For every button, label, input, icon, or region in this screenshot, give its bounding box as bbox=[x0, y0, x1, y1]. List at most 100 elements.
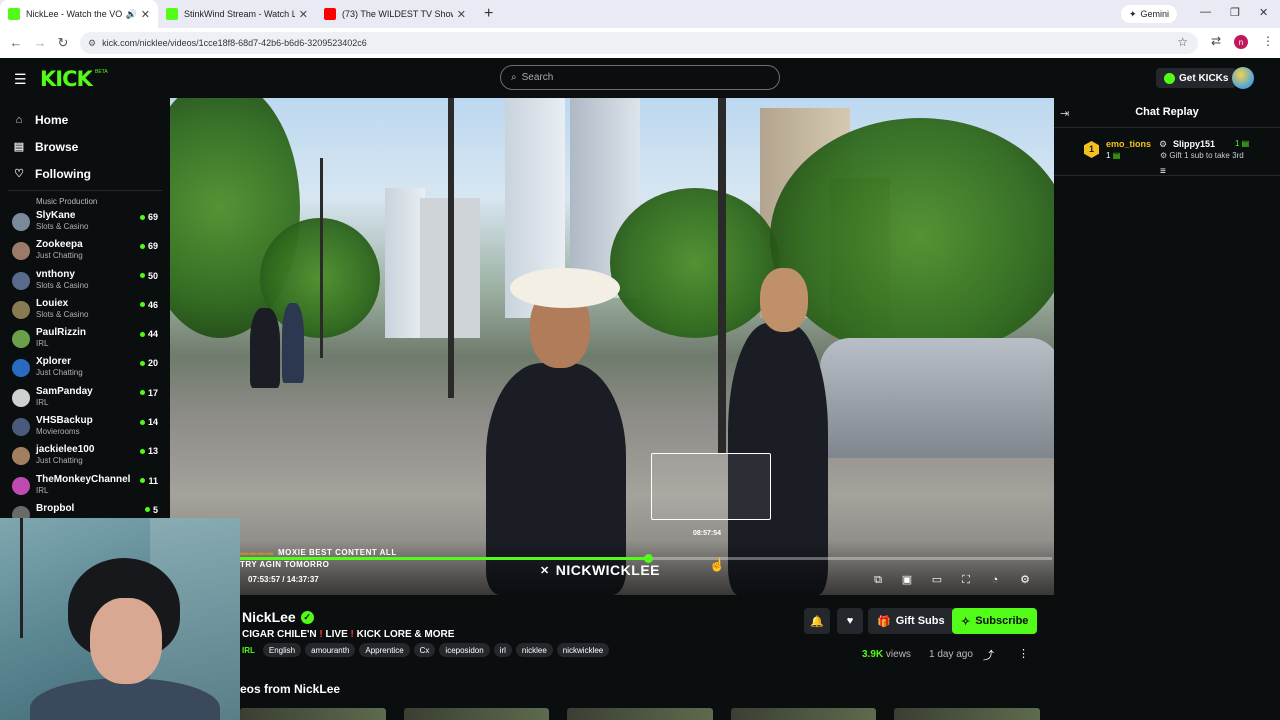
tag-pill[interactable]: English bbox=[262, 643, 302, 657]
sidebar-item-following[interactable]: ♡ Following bbox=[0, 160, 170, 187]
viewer-count-text: 14 bbox=[147, 417, 158, 428]
settings-gear-icon[interactable]: ⚙ bbox=[1018, 573, 1032, 587]
browser-tab-3[interactable]: (73) The WILDEST TV Show EVER ✕ bbox=[316, 0, 474, 28]
audio-icon[interactable]: 🔊 bbox=[126, 9, 137, 20]
new-tab-button[interactable]: + bbox=[474, 5, 503, 23]
title-part: KICK LORE & MORE bbox=[356, 629, 455, 640]
tag-pill[interactable]: Cx bbox=[413, 643, 436, 657]
close-tab-icon[interactable]: ✕ bbox=[141, 8, 150, 21]
tag-pill[interactable]: Apprentice bbox=[359, 643, 410, 657]
user-avatar[interactable] bbox=[1232, 67, 1254, 89]
browse-icon: ▤ bbox=[13, 141, 25, 153]
close-tab-icon[interactable]: ✕ bbox=[299, 8, 308, 21]
video-thumbnail[interactable] bbox=[894, 708, 1040, 720]
channel-avatar bbox=[12, 271, 30, 290]
followed-channel-list: SlyKane Slots & Casino 69 Zookeepa Just Chat… bbox=[0, 206, 170, 518]
close-tab-icon[interactable]: ✕ bbox=[457, 8, 466, 21]
live-dot-icon bbox=[139, 390, 145, 396]
video-thumbnail[interactable] bbox=[730, 708, 877, 720]
sidebar-channel-item[interactable]: VHSBackup Movierooms 14 bbox=[0, 411, 170, 440]
channel-name-text[interactable]: NickLee bbox=[242, 609, 296, 625]
view-count: 3.9K views bbox=[862, 649, 911, 660]
playback-speed-icon[interactable]: ◔ bbox=[988, 573, 1002, 587]
more-options-icon[interactable]: ⋮ bbox=[1018, 647, 1029, 660]
video-thumbnail[interactable] bbox=[240, 708, 386, 720]
get-kicks-button[interactable]: Get KICKs bbox=[1156, 68, 1237, 88]
sidebar-channel-item[interactable]: SamPanday IRL 17 bbox=[0, 382, 170, 411]
sidebar-channel-item[interactable]: PaulRizzin IRL 44 bbox=[0, 323, 170, 352]
notification-bell-button[interactable]: 🔔 bbox=[804, 608, 830, 634]
search-bar[interactable]: ⌕ bbox=[500, 65, 780, 90]
back-icon[interactable]: ← bbox=[4, 35, 28, 50]
bookmark-star-icon[interactable]: ☆ bbox=[1177, 35, 1188, 49]
url-bar[interactable]: ⚙ kick.com/nicklee/videos/1cce18f8-68d7-… bbox=[80, 32, 1198, 54]
tag-pill[interactable]: amouranth bbox=[305, 643, 356, 657]
category-tag-irl[interactable]: IRL bbox=[242, 643, 259, 657]
browser-menu-icon[interactable]: ⋮ bbox=[1262, 34, 1274, 48]
search-input[interactable] bbox=[521, 72, 762, 83]
video-thumbnail[interactable] bbox=[567, 708, 713, 720]
sidebar-item-browse[interactable]: ▤ Browse bbox=[0, 133, 170, 160]
video-player[interactable] bbox=[170, 98, 1054, 595]
live-dot-icon bbox=[139, 243, 145, 249]
tag-pill[interactable]: nickwicklee bbox=[556, 643, 610, 657]
sidebar-channel-item[interactable]: Bropbol 5 bbox=[0, 499, 170, 518]
gemini-button[interactable]: ✦ Gemini bbox=[1121, 5, 1178, 23]
browser-profile-avatar[interactable]: n bbox=[1234, 35, 1248, 49]
subscribe-button[interactable]: ✧ Subscribe bbox=[952, 608, 1038, 634]
kicks-coin-icon bbox=[1164, 72, 1175, 84]
current-time: 07:53:57 bbox=[248, 575, 281, 584]
forward-icon[interactable]: → bbox=[28, 35, 52, 50]
sidebar-channel-item[interactable]: Xplorer Just Chatting 20 bbox=[0, 352, 170, 381]
subscribe-label: Subscribe bbox=[975, 615, 1029, 627]
watermark-text: NICKWICKLEE bbox=[555, 562, 660, 578]
viewer-count-text: 69 bbox=[147, 212, 158, 222]
sidebar-channel-item[interactable]: Louiex Slots & Casino 46 bbox=[0, 294, 170, 323]
browser-tab-1[interactable]: NickLee - Watch the VOD on KICK 🔊 ✕ bbox=[0, 0, 158, 28]
seek-bar[interactable] bbox=[240, 554, 1052, 563]
extensions-icon[interactable]: ⇄ bbox=[1211, 34, 1221, 48]
channel-avatar bbox=[12, 447, 30, 466]
sidebar-channel-item[interactable]: Zookeepa Just Chatting 69 bbox=[0, 235, 170, 264]
theater-mode-icon[interactable]: ▭ bbox=[930, 573, 944, 587]
sidebar-channel-item[interactable]: vnthony Slots & Casino 50 bbox=[0, 265, 170, 294]
close-window-icon[interactable]: ✕ bbox=[1259, 6, 1268, 19]
sidebar-channel-item[interactable]: SlyKane Slots & Casino 69 bbox=[0, 206, 170, 235]
gift-subs-button[interactable]: 🎁 Gift Subs bbox=[868, 608, 954, 634]
channel-category: Movierooms bbox=[36, 427, 80, 437]
channel-avatar bbox=[12, 476, 30, 495]
video-thumbnail[interactable] bbox=[403, 708, 550, 720]
chat-header: ⇥ Chat Replay bbox=[1054, 98, 1280, 128]
site-info-icon[interactable]: ⚙ bbox=[88, 38, 96, 49]
top-gifter-name[interactable]: emo_tions bbox=[1106, 139, 1151, 149]
channel-category: Just Chatting bbox=[36, 368, 83, 378]
miniplayer-icon[interactable]: ⧉ bbox=[871, 573, 885, 587]
tag-pill[interactable]: irl bbox=[493, 643, 512, 657]
minimize-icon[interactable]: — bbox=[1200, 6, 1211, 18]
expand-leaderboard-icon[interactable]: ≡ bbox=[1160, 166, 1166, 177]
channel-name: PaulRizzin bbox=[36, 327, 87, 339]
tag-list: IRL English amouranth Apprentice Cx iceposid… bbox=[242, 643, 610, 657]
reload-icon[interactable]: ↻ bbox=[51, 35, 75, 51]
channel-name[interactable]: NickLee ✓ bbox=[242, 609, 314, 625]
tag-pill[interactable]: iceposidon bbox=[439, 643, 490, 657]
tag-pill[interactable]: nicklee bbox=[515, 643, 553, 657]
follow-heart-button[interactable]: ♥ bbox=[837, 608, 863, 634]
second-gifter-name[interactable]: Slippy151 bbox=[1173, 139, 1215, 149]
sidebar-item-home[interactable]: ⌂ Home bbox=[0, 106, 170, 133]
viewer-count: 69 bbox=[139, 241, 158, 251]
kick-favicon-icon bbox=[8, 8, 20, 20]
second-gifter-count: 1 ▤ bbox=[1235, 139, 1250, 148]
posted-date: 1 day ago bbox=[929, 649, 973, 660]
sidebar-channel-item[interactable]: TheMonkeyChannel IRL 11 bbox=[0, 470, 170, 499]
clip-icon[interactable]: ▣ bbox=[900, 573, 914, 587]
verified-badge-icon: ✓ bbox=[300, 610, 314, 624]
browser-tab-2[interactable]: StinkWind Stream - Watch Live ✕ bbox=[158, 0, 316, 28]
fullscreen-icon[interactable]: ⛶ bbox=[959, 573, 973, 587]
sidebar-channel-item[interactable]: jackielee100 Just Chatting 13 bbox=[0, 440, 170, 469]
view-count-label: views bbox=[885, 649, 911, 660]
maximize-icon[interactable]: ❐ bbox=[1230, 6, 1240, 19]
menu-icon[interactable]: ☰ bbox=[14, 71, 27, 88]
share-icon[interactable]: ⤴ bbox=[983, 647, 994, 663]
kick-logo[interactable]: KICK bbox=[40, 67, 93, 91]
